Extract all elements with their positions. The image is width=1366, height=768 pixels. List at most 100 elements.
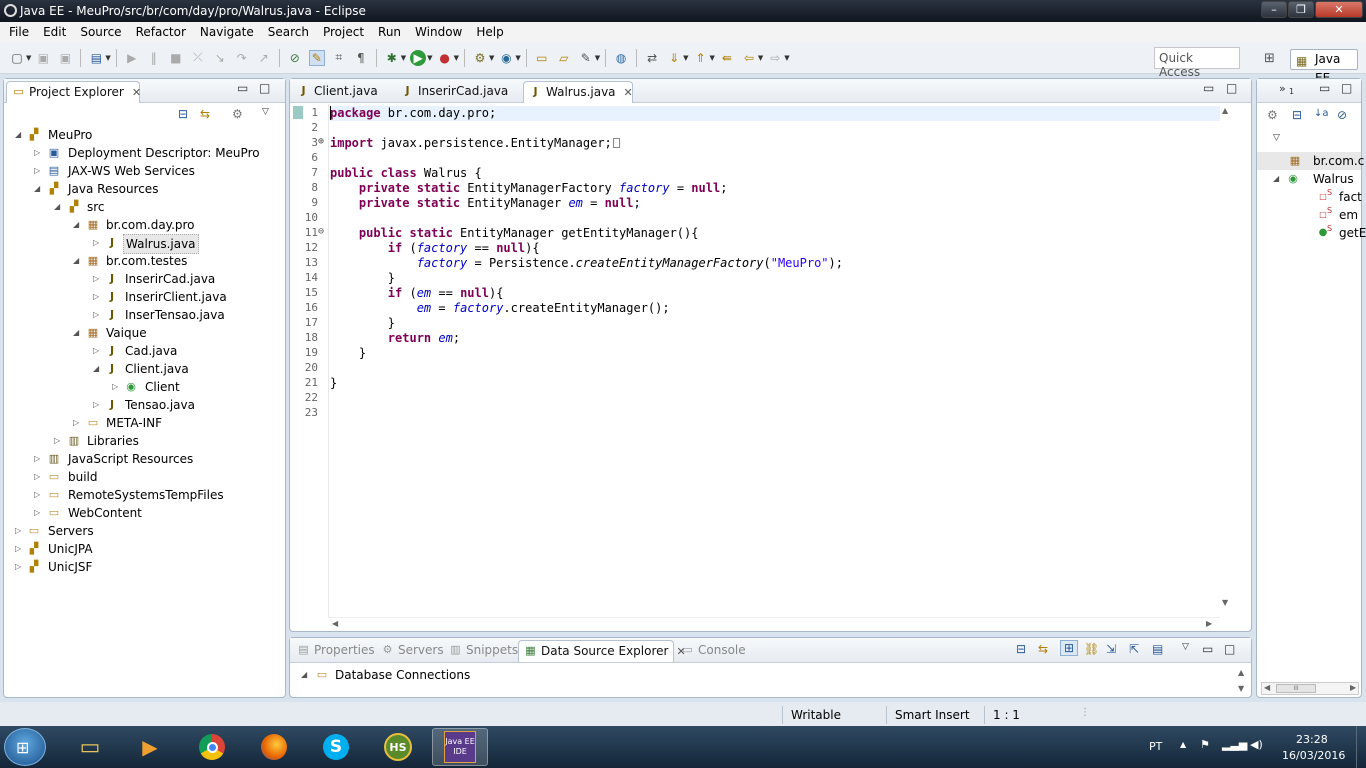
- menu-project[interactable]: Project: [316, 22, 371, 42]
- forward-icon[interactable]: ⇨: [767, 50, 783, 66]
- open-task-icon[interactable]: ▱: [556, 50, 572, 66]
- tree-view-icon[interactable]: ⊞: [1060, 640, 1079, 656]
- filter-icon[interactable]: ⚙: [1267, 108, 1278, 122]
- clock-time[interactable]: 23:28: [1296, 733, 1328, 746]
- save-icon[interactable]: ▣: [35, 50, 51, 66]
- debug-icon[interactable]: ✱: [384, 50, 400, 66]
- horizontal-scrollbar[interactable]: ◀ ▶: [328, 617, 1220, 631]
- view-menu-icon[interactable]: ▽: [262, 107, 269, 117]
- code-editor[interactable]: 1 2 3 ⊕ 6 7 8 9 10 11 ⊖ 12 13 14 15 16 1…: [290, 104, 1220, 617]
- minimize-icon[interactable]: ▭: [1319, 81, 1330, 95]
- perspective-java-ee[interactable]: ▦ Java EE: [1290, 49, 1358, 85]
- prev-annotation-icon[interactable]: ⇑: [693, 50, 709, 66]
- taskbar-skype[interactable]: S: [308, 728, 364, 766]
- minimize-button[interactable]: –: [1261, 1, 1287, 18]
- maximize-icon[interactable]: □: [259, 81, 270, 95]
- outline-scroll-thumb[interactable]: III: [1276, 684, 1316, 693]
- minimize-icon[interactable]: ▭: [237, 81, 248, 95]
- resume-icon[interactable]: ▶: [124, 50, 140, 66]
- show-desktop-button[interactable]: [1356, 726, 1366, 768]
- minimize-icon[interactable]: ▭: [1203, 81, 1214, 95]
- new-class-icon[interactable]: ◉: [498, 50, 514, 66]
- tab-console[interactable]: ▭ Console: [676, 640, 746, 662]
- new-icon[interactable]: ▢: [9, 50, 25, 66]
- collapse-all-icon[interactable]: ⊟: [1292, 108, 1302, 122]
- flag-icon[interactable]: ⚑: [1200, 738, 1210, 751]
- filter-icon[interactable]: ⚙: [232, 107, 243, 121]
- taskbar-eclipse[interactable]: Java EE IDE: [432, 728, 488, 766]
- menu-source[interactable]: Source: [73, 22, 128, 42]
- toggle-mark-occurrences-icon[interactable]: ✎: [308, 49, 325, 66]
- show-hidden-icons[interactable]: ▲: [1180, 740, 1186, 749]
- taskbar-firefox[interactable]: [246, 728, 302, 766]
- step-over-icon[interactable]: ↷: [234, 50, 250, 66]
- run-icon[interactable]: ▶: [410, 49, 427, 66]
- skip-breakpoints-icon[interactable]: ⊘: [287, 50, 303, 66]
- fold-expand-icon[interactable]: ⊕: [318, 136, 324, 147]
- start-button[interactable]: ⊞: [4, 728, 46, 766]
- maximize-icon[interactable]: □: [1224, 642, 1235, 656]
- clock-date[interactable]: 16/03/2016: [1282, 749, 1345, 762]
- annotation-nav-icon[interactable]: ⇄: [644, 50, 660, 66]
- menu-window[interactable]: Window: [408, 22, 469, 42]
- tab-walrus-java[interactable]: J Walrus.java ✕: [523, 81, 633, 103]
- open-console-icon[interactable]: ▤: [88, 50, 104, 66]
- menu-navigate[interactable]: Navigate: [193, 22, 261, 42]
- sort-icon[interactable]: ↓a: [1314, 108, 1329, 119]
- menu-refactor[interactable]: Refactor: [129, 22, 193, 42]
- tab-servers[interactable]: ⚙ Servers: [376, 640, 444, 662]
- show-whitespace-icon[interactable]: ¶: [353, 50, 369, 66]
- vertical-scrollbar[interactable]: ▲ ▼: [1220, 104, 1234, 617]
- view-menu-icon[interactable]: ▽: [1273, 133, 1280, 143]
- outline-package[interactable]: ▦ br.com.c: [1257, 152, 1364, 170]
- tab-client-java[interactable]: J Client.java: [292, 81, 392, 103]
- tab-data-source-explorer[interactable]: ▦ Data Source Explorer ✕: [518, 640, 686, 662]
- import-icon[interactable]: ⇲: [1106, 642, 1116, 656]
- tab-properties[interactable]: ▤ Properties: [292, 640, 374, 662]
- folded-imports-marker[interactable]: [612, 138, 620, 148]
- quick-access-input[interactable]: Quick Access: [1154, 47, 1240, 79]
- save-all-icon[interactable]: ▣: [57, 50, 73, 66]
- outline-hscroll[interactable]: ◀ III ▶: [1261, 682, 1359, 695]
- close-button[interactable]: ✕: [1315, 1, 1363, 18]
- close-icon[interactable]: ✕: [624, 86, 633, 99]
- open-perspective-icon[interactable]: ⊞: [1264, 51, 1280, 67]
- terminate-icon[interactable]: ■: [168, 50, 184, 66]
- link-icon[interactable]: ⇆: [1038, 642, 1048, 656]
- tab-project-explorer[interactable]: ▭ Project Explorer ✕: [6, 81, 141, 103]
- close-icon[interactable]: ✕: [132, 86, 141, 99]
- collapse-all-icon[interactable]: ⊟: [178, 107, 188, 121]
- taskbar-explorer[interactable]: ▭: [62, 728, 118, 766]
- view-menu-icon[interactable]: ▽: [1182, 642, 1189, 652]
- step-return-icon[interactable]: ↗: [256, 50, 272, 66]
- globe-icon[interactable]: ◍: [613, 50, 629, 66]
- taskbar-media-player[interactable]: ▶: [122, 728, 178, 766]
- new-connection-icon[interactable]: ⛓: [1084, 642, 1099, 656]
- menu-file[interactable]: File: [2, 22, 36, 42]
- next-annotation-icon[interactable]: ⇓: [666, 50, 682, 66]
- volume-icon[interactable]: ◀): [1250, 738, 1263, 751]
- tab-inserircad-java[interactable]: J InserirCad.java: [396, 81, 516, 103]
- menu-edit[interactable]: Edit: [36, 22, 73, 42]
- export-icon[interactable]: ⇱: [1129, 642, 1139, 656]
- show-list-icon[interactable]: »: [1279, 82, 1286, 95]
- database-icon[interactable]: ▤: [1152, 642, 1163, 656]
- network-icon[interactable]: ▂▃▅: [1222, 738, 1247, 751]
- taskbar-hotspot[interactable]: HS: [370, 728, 426, 766]
- fold-collapse-icon[interactable]: ⊖: [318, 226, 324, 237]
- minimize-icon[interactable]: ▭: [1202, 642, 1213, 656]
- new-server-icon[interactable]: ⚙: [472, 50, 488, 66]
- last-edit-icon[interactable]: ⇚: [719, 50, 735, 66]
- disconnect-icon[interactable]: ⤫: [190, 50, 206, 66]
- link-with-editor-icon[interactable]: ⇆: [200, 107, 210, 121]
- back-icon[interactable]: ⇦: [741, 50, 757, 66]
- menu-help[interactable]: Help: [469, 22, 510, 42]
- maximize-button[interactable]: ❐: [1288, 1, 1314, 18]
- maximize-icon[interactable]: □: [1226, 81, 1237, 95]
- collapse-all-icon[interactable]: ⊟: [1016, 642, 1026, 656]
- language-indicator[interactable]: PT: [1149, 740, 1162, 753]
- suspend-icon[interactable]: ‖: [146, 50, 162, 66]
- tab-snippets[interactable]: ▥ Snippets: [444, 640, 518, 662]
- hide-fields-icon[interactable]: ⊘: [1337, 108, 1347, 122]
- taskbar-chrome[interactable]: [184, 728, 240, 766]
